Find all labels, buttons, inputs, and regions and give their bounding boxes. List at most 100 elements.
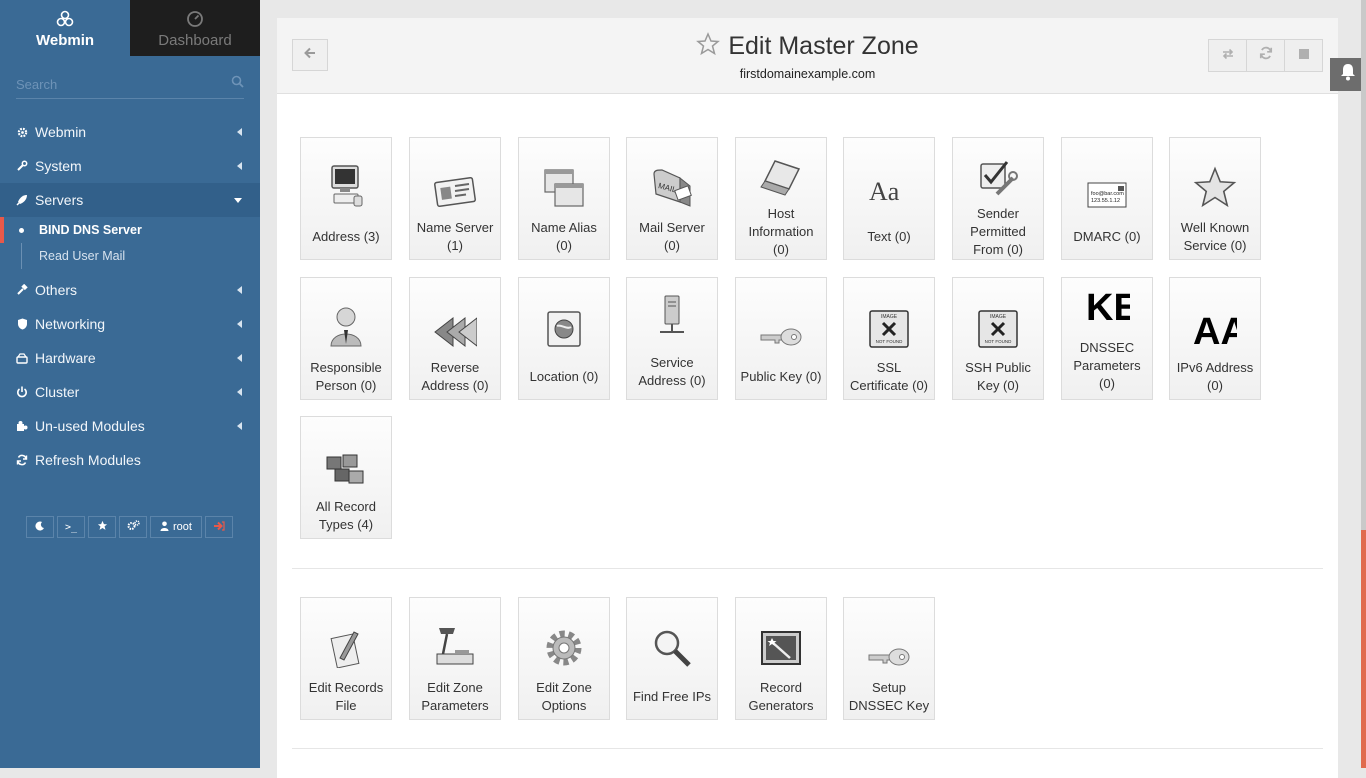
tile-label: Well Known Service (0) (1180, 219, 1250, 253)
favorites-button[interactable] (88, 516, 116, 538)
sidebar-item-others[interactable]: Others (0, 273, 260, 307)
laptop-icon (736, 148, 826, 199)
tab-webmin-label: Webmin (35, 31, 95, 49)
hdd-icon (16, 352, 28, 364)
tile-service-address[interactable]: Service Address (0) (626, 277, 718, 400)
tile-ssh-public-key[interactable]: IMAGE NOT FOUND SSH Public Key (0) (952, 277, 1044, 400)
tile-label: SSH Public Key (0) (965, 359, 1031, 393)
sidebar-bottom-toolbar: >_ root (26, 516, 233, 538)
tile-ipv6-address[interactable]: AA IPv6 Address (0) (1169, 277, 1261, 400)
svg-text:123.55.1.12: 123.55.1.12 (1091, 198, 1120, 204)
refresh-icon (1259, 46, 1273, 65)
tile-host-information[interactable]: Host Information (0) (735, 137, 827, 260)
tile-record-generators[interactable]: Record Generators (735, 597, 827, 720)
sidebar-item-label: Hardware (35, 350, 96, 366)
sidebar-subitem-label: Read User Mail (39, 249, 126, 263)
sidebar-item-label: Networking (35, 316, 106, 332)
sidebar-nav: Webmin System Servers BIND DNS Server Re… (0, 115, 260, 477)
sidebar-subitem-label: BIND DNS Server (39, 223, 142, 237)
tile-sender-permitted-from[interactable]: Sender Permitted From (0) (952, 137, 1044, 260)
server-tower-icon (627, 288, 717, 338)
bell-icon (1339, 63, 1357, 86)
sidebar-item-system[interactable]: System (0, 149, 260, 183)
page-header: Edit Master Zone firstdomainexample.com (277, 18, 1338, 94)
tile-public-key[interactable]: Public Key (0) (735, 277, 827, 400)
chevron-left-icon (237, 422, 242, 430)
moon-icon (35, 521, 45, 534)
refresh-button[interactable] (1246, 39, 1285, 72)
section-divider (292, 568, 1323, 569)
logout-button[interactable] (205, 516, 233, 538)
image-not-found-icon: IMAGE NOT FOUND (844, 288, 934, 348)
sidebar-item-cluster[interactable]: Cluster (0, 375, 260, 409)
sidebar-item-hardware[interactable]: Hardware (0, 341, 260, 375)
tree-line (21, 243, 22, 269)
user-button[interactable]: root (150, 516, 202, 538)
dashboard-icon (186, 8, 204, 30)
chevron-left-icon (237, 388, 242, 396)
tile-edit-zone-parameters[interactable]: Edit Zone Parameters (409, 597, 501, 720)
tile-label: Responsible Person (0) (310, 359, 382, 393)
main-panel: Edit Master Zone firstdomainexample.com … (277, 18, 1338, 778)
sidebar-item-refresh-modules[interactable]: Refresh Modules (0, 443, 260, 477)
rocket-icon (16, 194, 28, 206)
image-not-found-icon: IMAGE NOT FOUND (953, 288, 1043, 348)
svg-text:Aa: Aa (869, 177, 900, 206)
stop-button[interactable] (1284, 39, 1323, 72)
tab-webmin[interactable]: Webmin (0, 0, 130, 56)
scrollbar-thumb[interactable] (1361, 0, 1366, 530)
stop-icon (1298, 47, 1310, 65)
search-icon[interactable] (231, 75, 244, 93)
tile-dmarc[interactable]: foo@bar.com 123.55.1.12 DMARC (0) (1061, 137, 1153, 260)
tile-edit-zone-options[interactable]: Edit Zone Options (518, 597, 610, 720)
tab-dashboard[interactable]: Dashboard (130, 0, 260, 56)
search-input[interactable] (16, 76, 206, 92)
sidebar-item-unused-modules[interactable]: Un-used Modules (0, 409, 260, 443)
sidebar-item-webmin[interactable]: Webmin (0, 115, 260, 149)
tile-dnssec-parameters[interactable]: KE DNSSEC Parameters (0) (1061, 277, 1153, 400)
tile-label: Name Alias (0) (531, 219, 597, 253)
tile-label: DMARC (0) (1073, 228, 1141, 244)
tile-well-known-service[interactable]: Well Known Service (0) (1169, 137, 1261, 260)
tile-text[interactable]: Aa Text (0) (843, 137, 935, 260)
svg-text:IMAGE: IMAGE (990, 314, 1007, 320)
tile-find-free-ips[interactable]: Find Free IPs (626, 597, 718, 720)
settings-button[interactable] (119, 516, 147, 538)
tile-edit-records-file[interactable]: Edit Records File (300, 597, 392, 720)
cubes-icon (301, 427, 391, 487)
sidebar: Webmin Dashboard Webmin System Servers (0, 0, 260, 768)
tile-label: Edit Zone Parameters (421, 679, 489, 713)
sidebar-item-servers[interactable]: Servers (0, 183, 260, 217)
favorite-star-icon[interactable] (696, 32, 721, 61)
key-icon (844, 608, 934, 668)
svg-text:foo@bar.com: foo@bar.com (1091, 191, 1124, 197)
tile-reverse-address[interactable]: Reverse Address (0) (409, 277, 501, 400)
wrench-icon (16, 160, 28, 172)
sidebar-item-networking[interactable]: Networking (0, 307, 260, 341)
night-mode-button[interactable] (26, 516, 54, 538)
tile-label: IPv6 Address (0) (1176, 359, 1254, 393)
check-wrench-icon (953, 148, 1043, 198)
apply-zone-button[interactable] (1208, 39, 1247, 72)
ke-text-icon: KE (1062, 282, 1152, 326)
tile-responsible-person[interactable]: Responsible Person (0) (300, 277, 392, 400)
globe-icon (519, 288, 609, 348)
tile-setup-dnssec-key[interactable]: Setup DNSSEC Key (843, 597, 935, 720)
tile-all-record-types[interactable]: All Record Types (4) (300, 416, 392, 539)
svg-text:KE: KE (1086, 287, 1130, 326)
tile-name-alias[interactable]: Name Alias (0) (518, 137, 610, 260)
shield-icon (16, 318, 28, 330)
chevron-down-icon (234, 197, 242, 203)
tile-label: Location (0) (529, 368, 599, 384)
tile-name-server[interactable]: Name Server (1) (409, 137, 501, 260)
tile-mail-server[interactable]: MAIL Mail Server (0) (626, 137, 718, 260)
tile-label: Text (0) (867, 228, 911, 244)
sidebar-subitem-bind-dns[interactable]: BIND DNS Server (0, 217, 260, 243)
tile-label: Service Address (0) (638, 354, 706, 388)
tile-ssl-certificate[interactable]: IMAGE NOT FOUND SSL Certificate (0) (843, 277, 935, 400)
terminal-button[interactable]: >_ (57, 516, 85, 538)
sidebar-subitem-read-user-mail[interactable]: Read User Mail (0, 243, 260, 269)
tile-location[interactable]: Location (0) (518, 277, 610, 400)
windows-icon (519, 148, 609, 208)
tile-address[interactable]: Address (3) (300, 137, 392, 260)
